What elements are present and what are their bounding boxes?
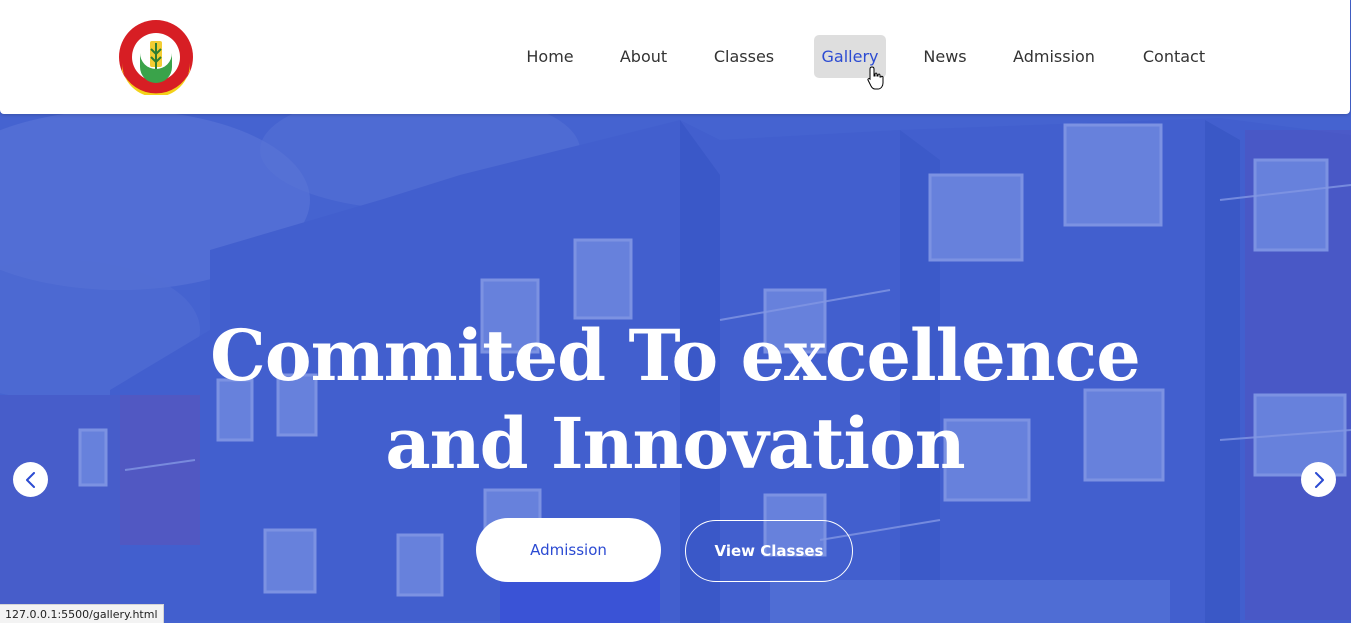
nav-admission[interactable]: Admission [1004, 35, 1104, 78]
carousel-next-button[interactable] [1301, 462, 1336, 497]
carousel-prev-button[interactable] [13, 462, 48, 497]
chevron-left-icon [25, 471, 35, 488]
link-status-bar: 127.0.0.1:5500/gallery.html [0, 604, 164, 623]
nav-about[interactable]: About [612, 35, 675, 78]
hero-headline: Commited To excellence and Innovation [175, 312, 1175, 488]
nav-news[interactable]: News [917, 35, 973, 78]
chevron-right-icon [1314, 471, 1324, 488]
hero-headline-line-2: and Innovation [385, 402, 965, 485]
main-nav: Home About Classes Gallery News Admissio… [0, 0, 1350, 114]
nav-home[interactable]: Home [518, 35, 582, 78]
nav-contact[interactable]: Contact [1133, 35, 1215, 78]
view-classes-button[interactable]: View Classes [685, 520, 853, 582]
hand-pointer-cursor-icon [867, 66, 884, 90]
nav-classes[interactable]: Classes [705, 35, 783, 78]
hero-headline-line-1: Commited To excellence [210, 314, 1141, 397]
site-header: Home About Classes Gallery News Admissio… [0, 0, 1350, 114]
admission-button[interactable]: Admission [476, 518, 661, 582]
